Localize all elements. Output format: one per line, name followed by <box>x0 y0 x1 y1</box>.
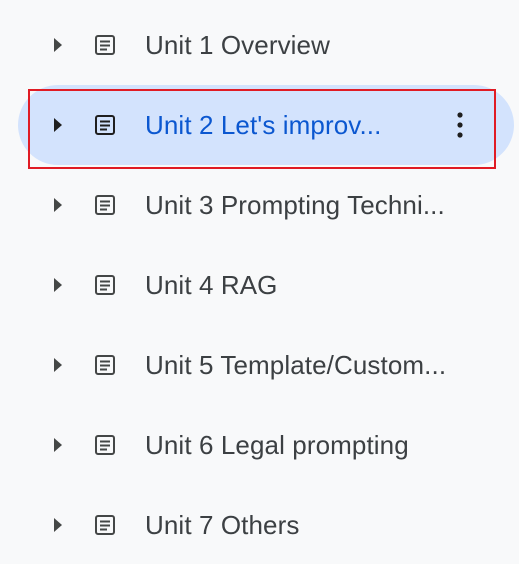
outline-item-unit-4[interactable]: Unit 4 RAG <box>18 245 514 325</box>
more-vertical-icon[interactable] <box>444 105 476 145</box>
outline-item-unit-3[interactable]: Unit 3 Prompting Techni... <box>18 165 514 245</box>
outline-item-label: Unit 3 Prompting Techni... <box>145 189 445 220</box>
document-icon <box>93 433 117 457</box>
caret-right-icon[interactable] <box>52 515 64 535</box>
outline-item-unit-2[interactable]: Unit 2 Let's improv... <box>18 85 514 165</box>
caret-right-icon[interactable] <box>52 275 64 295</box>
outline-item-label: Unit 1 Overview <box>145 29 330 60</box>
outline-item-unit-6[interactable]: Unit 6 Legal prompting <box>18 405 514 485</box>
caret-right-icon[interactable] <box>52 435 64 455</box>
outline-item-label: Unit 6 Legal prompting <box>145 429 409 460</box>
outline-item-unit-1[interactable]: Unit 1 Overview <box>18 5 514 85</box>
document-icon <box>93 273 117 297</box>
caret-right-icon[interactable] <box>52 195 64 215</box>
document-outline: Unit 1 Overview Unit 2 Let's improv... U… <box>0 0 519 564</box>
caret-right-icon[interactable] <box>52 35 64 55</box>
outline-item-unit-5[interactable]: Unit 5 Template/Custom... <box>18 325 514 405</box>
caret-right-icon[interactable] <box>52 115 64 135</box>
outline-item-label: Unit 7 Others <box>145 509 300 540</box>
document-icon <box>93 513 117 537</box>
document-icon <box>93 193 117 217</box>
outline-item-unit-7[interactable]: Unit 7 Others <box>18 485 514 564</box>
document-icon <box>93 33 117 57</box>
document-icon <box>93 113 117 137</box>
outline-item-label: Unit 5 Template/Custom... <box>145 349 447 380</box>
outline-item-label: Unit 2 Let's improv... <box>145 109 382 140</box>
document-icon <box>93 353 117 377</box>
outline-item-label: Unit 4 RAG <box>145 269 278 300</box>
caret-right-icon[interactable] <box>52 355 64 375</box>
